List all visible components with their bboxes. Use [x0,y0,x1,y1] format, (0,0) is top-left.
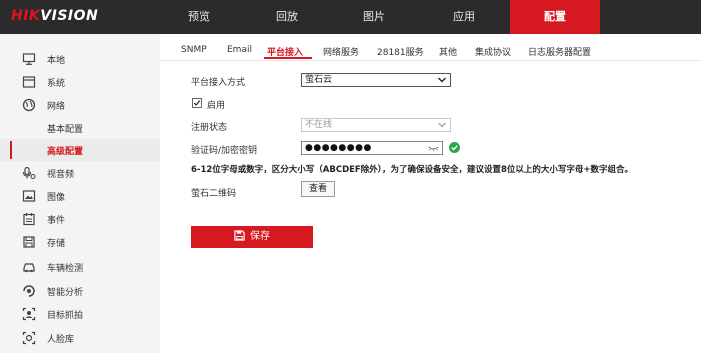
capture-icon [22,307,36,321]
qr-code-label: 萤石二维码 [191,189,237,199]
sidebar-item-label: 目标抓拍 [47,311,84,321]
topnav-picture[interactable]: 图片 [330,0,418,34]
eye-closed-icon[interactable] [428,145,439,152]
verify-code-value: ●●●●●●●● [305,143,372,153]
top-bar: HIKVISION 预览 回放 图片 应用 配置 [0,0,701,34]
register-status-label: 注册状态 [191,123,228,133]
access-mode-select[interactable]: 萤石云 [301,73,451,87]
active-tab-indicator [264,57,312,59]
sidebar-item-label: 系统 [47,79,66,89]
monitor-icon [22,53,36,65]
analysis-icon [23,285,35,297]
topnav-application[interactable]: 应用 [420,0,508,34]
vehicle-icon [23,263,35,273]
access-mode-value: 萤石云 [305,75,333,85]
topnav-preview[interactable]: 预览 [153,0,245,34]
sidebar-item-network[interactable]: 网络 [0,94,160,116]
tab-network-service[interactable]: 网络服务 [323,45,359,58]
sidebar-item-video-audio[interactable]: 视音频 [0,162,160,184]
tab-28181-service[interactable]: 28181服务 [377,45,424,58]
save-button-label: 保存 [250,231,270,242]
sidebar-item-storage[interactable]: 存储 [0,231,160,253]
sidebar-item-smart-analysis[interactable]: 智能分析 [0,280,160,302]
sidebar-item-label: 基本配置 [47,125,84,135]
password-hint: 6-12位字母或数字，区分大小写（ABCDEF除外），为了确保设备安全，建议设置… [191,165,634,175]
enable-checkbox[interactable] [192,98,202,108]
sidebar-item-basic-config[interactable]: 基本配置 [0,117,160,139]
image-icon [22,190,36,202]
view-qr-button[interactable]: 查看 [301,181,335,197]
logo-red-text: HIK [11,8,41,24]
sidebar-item-face-library[interactable]: 人脸库 [0,327,160,349]
sidebar-item-target-capture[interactable]: 目标抓拍 [0,303,160,325]
globe-icon [22,98,36,112]
sidebar-item-label: 存储 [47,239,66,249]
sidebar-item-label: 图像 [47,193,66,203]
checkmark-icon [193,100,201,106]
tab-snmp[interactable]: SNMP [181,45,207,55]
tab-other[interactable]: 其他 [439,45,457,58]
sidebar-item-label: 高级配置 [47,147,84,157]
sidebar-item-label: 人脸库 [47,335,75,345]
register-status-select: 不在线 [301,118,451,132]
sidebar-item-label: 事件 [47,216,66,226]
sidebar-item-event[interactable]: 事件 [0,208,160,230]
face-icon [22,331,36,345]
sidebar-item-advanced-config[interactable]: 高级配置 [0,139,160,161]
sidebar-item-label: 本地 [47,56,66,66]
chevron-down-icon [438,77,446,83]
save-icon [234,229,245,241]
register-status-value: 不在线 [305,120,333,130]
tab-integration-protocol[interactable]: 集成协议 [475,45,511,58]
system-icon [22,76,36,88]
topnav-playback[interactable]: 回放 [243,0,331,34]
sidebar-item-label: 智能分析 [47,288,84,298]
logo-white-text: VISION [40,8,99,24]
tab-log-server-config[interactable]: 日志服务器配置 [528,45,591,58]
valid-check-icon [449,142,460,153]
sidebar-item-image[interactable]: 图像 [0,185,160,207]
verify-code-input[interactable]: ●●●●●●●● [301,141,443,155]
save-button[interactable]: 保存 [191,226,313,248]
calendar-icon [23,213,35,226]
hikvision-logo: HIKVISION [11,8,98,24]
sidebar-item-vehicle-detection[interactable]: 车辆检测 [0,256,160,278]
sidebar-item-label: 视音频 [47,170,75,180]
sidebar-item-local[interactable]: 本地 [0,48,160,70]
av-icon [22,166,36,180]
topnav-configuration[interactable]: 配置 [510,0,600,34]
chevron-down-icon [438,122,446,128]
sidebar-item-label: 网络 [47,102,66,112]
sidebar-item-label: 车辆检测 [47,264,84,274]
tab-email[interactable]: Email [227,45,252,55]
storage-icon [23,236,35,248]
sidebar-item-system[interactable]: 系统 [0,71,160,93]
verify-code-label: 验证码/加密密钥 [191,146,258,156]
access-mode-label: 平台接入方式 [191,78,246,88]
enable-label: 启用 [207,101,226,111]
